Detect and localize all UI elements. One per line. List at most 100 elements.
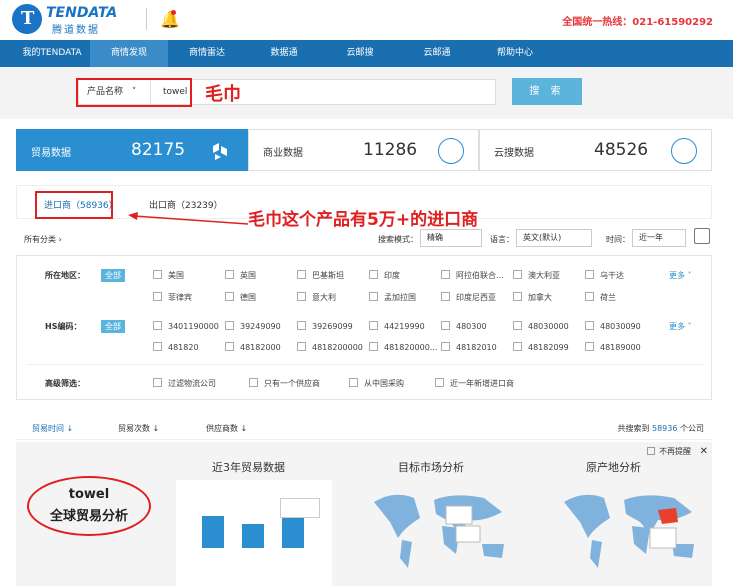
filter-row: 所有分类 › 搜索模式： 精确 语言： 英文(默认) 时间： 近一年 (24, 229, 714, 248)
target-market-map[interactable] (364, 482, 520, 582)
origin-title: 原产地分析 (586, 461, 641, 474)
hs-checkbox[interactable]: 48189000 (585, 342, 641, 352)
all-categories-link[interactable]: 所有分类 › (24, 234, 62, 245)
annotation-ellipse: towel 全球贸易分析 (27, 476, 151, 536)
sort-supplier-count[interactable]: 供应商数 ↓ (206, 423, 247, 434)
nav-discovery[interactable]: 商情发现 (90, 40, 168, 67)
logo-cn-text: 腾道数据 (52, 25, 100, 36)
region-checkbox[interactable]: 澳大利亚 (513, 270, 560, 281)
stat-trade[interactable]: 贸易数据 82175 (16, 129, 248, 171)
advanced-checkbox[interactable]: 只有一个供应商 (249, 378, 320, 389)
time-value: 近一年 (639, 233, 663, 242)
hs-checkbox[interactable]: 480300 (441, 321, 487, 331)
calendar-icon[interactable] (694, 228, 710, 244)
region-checkbox[interactable]: 加拿大 (513, 292, 552, 303)
hs-checkbox[interactable]: 48182099 (513, 342, 569, 352)
region-checkbox[interactable]: 阿拉伯联合... (441, 270, 504, 281)
nav-radar[interactable]: 商情雷达 (168, 40, 246, 67)
trade-chart-thumbnail[interactable] (176, 480, 332, 586)
hs-checkbox[interactable]: 48030090 (585, 321, 641, 331)
region-checkbox[interactable]: 印度尼西亚 (441, 292, 496, 303)
chevron-down-icon: ˅ (687, 322, 692, 331)
language-select[interactable]: 英文(默认) (516, 229, 592, 247)
hs-checkbox[interactable]: 481820 (153, 342, 199, 352)
hs-all-button[interactable]: 全部 (101, 320, 125, 333)
stat-trade-label: 贸易数据 (31, 148, 71, 159)
sort-down-icon: ↓ (152, 424, 160, 433)
stat-business[interactable]: 商业数据 11286 (248, 129, 479, 171)
chart-tooltip (280, 498, 320, 518)
region-checkbox[interactable]: 孟加拉国 (369, 292, 416, 303)
region-label: 所在地区： (45, 271, 85, 280)
stat-business-label: 商业数据 (263, 148, 303, 159)
tab-exporters[interactable]: 出口商（23239） (149, 198, 223, 211)
chart-bar (202, 516, 224, 548)
region-checkbox[interactable]: 印度 (369, 270, 400, 281)
no-remind-toggle[interactable]: 不再提醒 ✕ (647, 446, 708, 457)
region-checkbox[interactable]: 荷兰 (585, 292, 616, 303)
region-more-link[interactable]: 更多 ˅ (669, 270, 692, 281)
time-label: 时间： (606, 235, 630, 244)
sort-trade-count[interactable]: 贸易次数 ↓ (118, 423, 159, 434)
language-label: 语言： (490, 235, 514, 244)
region-checkbox[interactable]: 德国 (225, 292, 256, 303)
search-mode-select[interactable]: 精确 (420, 229, 482, 247)
search-mode-value: 精确 (427, 233, 443, 242)
nav-help[interactable]: 帮助中心 (476, 40, 554, 67)
region-checkbox[interactable]: 乌干达 (585, 270, 624, 281)
advanced-checkbox[interactable]: 过滤物流公司 (153, 378, 216, 389)
nav-my-tendata[interactable]: 我的TENDATA (14, 40, 90, 67)
no-remind-label: 不再提醒 (659, 447, 692, 456)
ellipse-line1: towel (68, 487, 110, 502)
checkbox-icon[interactable] (647, 447, 656, 455)
hs-checkbox[interactable]: 44219990 (369, 321, 425, 331)
close-icon[interactable]: ✕ (700, 446, 708, 457)
region-checkbox[interactable]: 巴基斯坦 (297, 270, 344, 281)
stat-cloud[interactable]: 云搜数据 48526 (479, 129, 712, 171)
hs-checkbox[interactable]: 4818200000 (297, 342, 363, 352)
chart-bar (242, 524, 264, 548)
hs-checkbox[interactable]: 3401190000 (153, 321, 219, 331)
sort-trade-time[interactable]: 贸易时间 ↓ (32, 423, 73, 434)
region-checkbox[interactable]: 菲律宾 (153, 292, 192, 303)
arrow-icon (128, 212, 249, 225)
total-prefix: 共搜索到 (617, 424, 650, 433)
annotation-towel: 毛巾 (205, 84, 241, 105)
nav-cloud-mail[interactable]: 云邮通 (398, 40, 476, 67)
sort-down-icon: ↓ (66, 424, 74, 433)
analysis-panel: 不再提醒 ✕ towel 全球贸易分析 近3年贸易数据 目标市场分析 原产地分析 (16, 442, 712, 586)
chart-bar (282, 514, 304, 548)
main-nav: 我的TENDATA 商情发现 商情雷达 数据通 云邮搜 云邮通 帮助中心 (0, 40, 733, 67)
hs-checkbox[interactable]: 48182000 (225, 342, 281, 352)
divider (27, 364, 703, 365)
region-checkbox[interactable]: 美国 (153, 270, 184, 281)
sort-label: 供应商数 (206, 424, 238, 433)
chevron-right-icon: › (58, 235, 62, 244)
hs-checkbox[interactable]: 39269099 (297, 321, 353, 331)
region-checkbox[interactable]: 英国 (225, 270, 256, 281)
logo-text[interactable]: TENDATA (46, 5, 117, 21)
hs-checkbox[interactable]: 48182010 (441, 342, 497, 352)
all-categories-label: 所有分类 (24, 235, 56, 244)
hs-more-link[interactable]: 更多 ˅ (669, 321, 692, 332)
origin-map[interactable] (554, 482, 710, 582)
logo-icon[interactable] (12, 4, 42, 34)
region-checkbox[interactable]: 意大利 (297, 292, 336, 303)
region-all-button[interactable]: 全部 (101, 269, 125, 282)
advanced-checkbox[interactable]: 近一年新增进口商 (435, 378, 514, 389)
hexagon-icon (213, 143, 227, 160)
bell-icon[interactable]: 🔔 (160, 10, 180, 29)
search-button[interactable]: 搜 索 (512, 78, 582, 105)
divider (146, 8, 147, 30)
nav-cloud-search[interactable]: 云邮搜 (322, 40, 398, 67)
hs-checkbox[interactable]: 39249090 (225, 321, 281, 331)
result-total: 共搜索到 58936 个公司 (617, 423, 704, 434)
highlight-box-tab (35, 191, 113, 219)
hs-checkbox[interactable]: 481820000... (369, 342, 437, 352)
hs-checkbox[interactable]: 48030000 (513, 321, 569, 331)
nav-data[interactable]: 数据通 (246, 40, 322, 67)
hotline-text: 全国统一热线：021-61590292 (562, 17, 713, 28)
advanced-checkbox[interactable]: 从中国采购 (349, 378, 404, 389)
trade-data-title: 近3年贸易数据 (212, 461, 285, 474)
time-select[interactable]: 近一年 (632, 229, 686, 247)
